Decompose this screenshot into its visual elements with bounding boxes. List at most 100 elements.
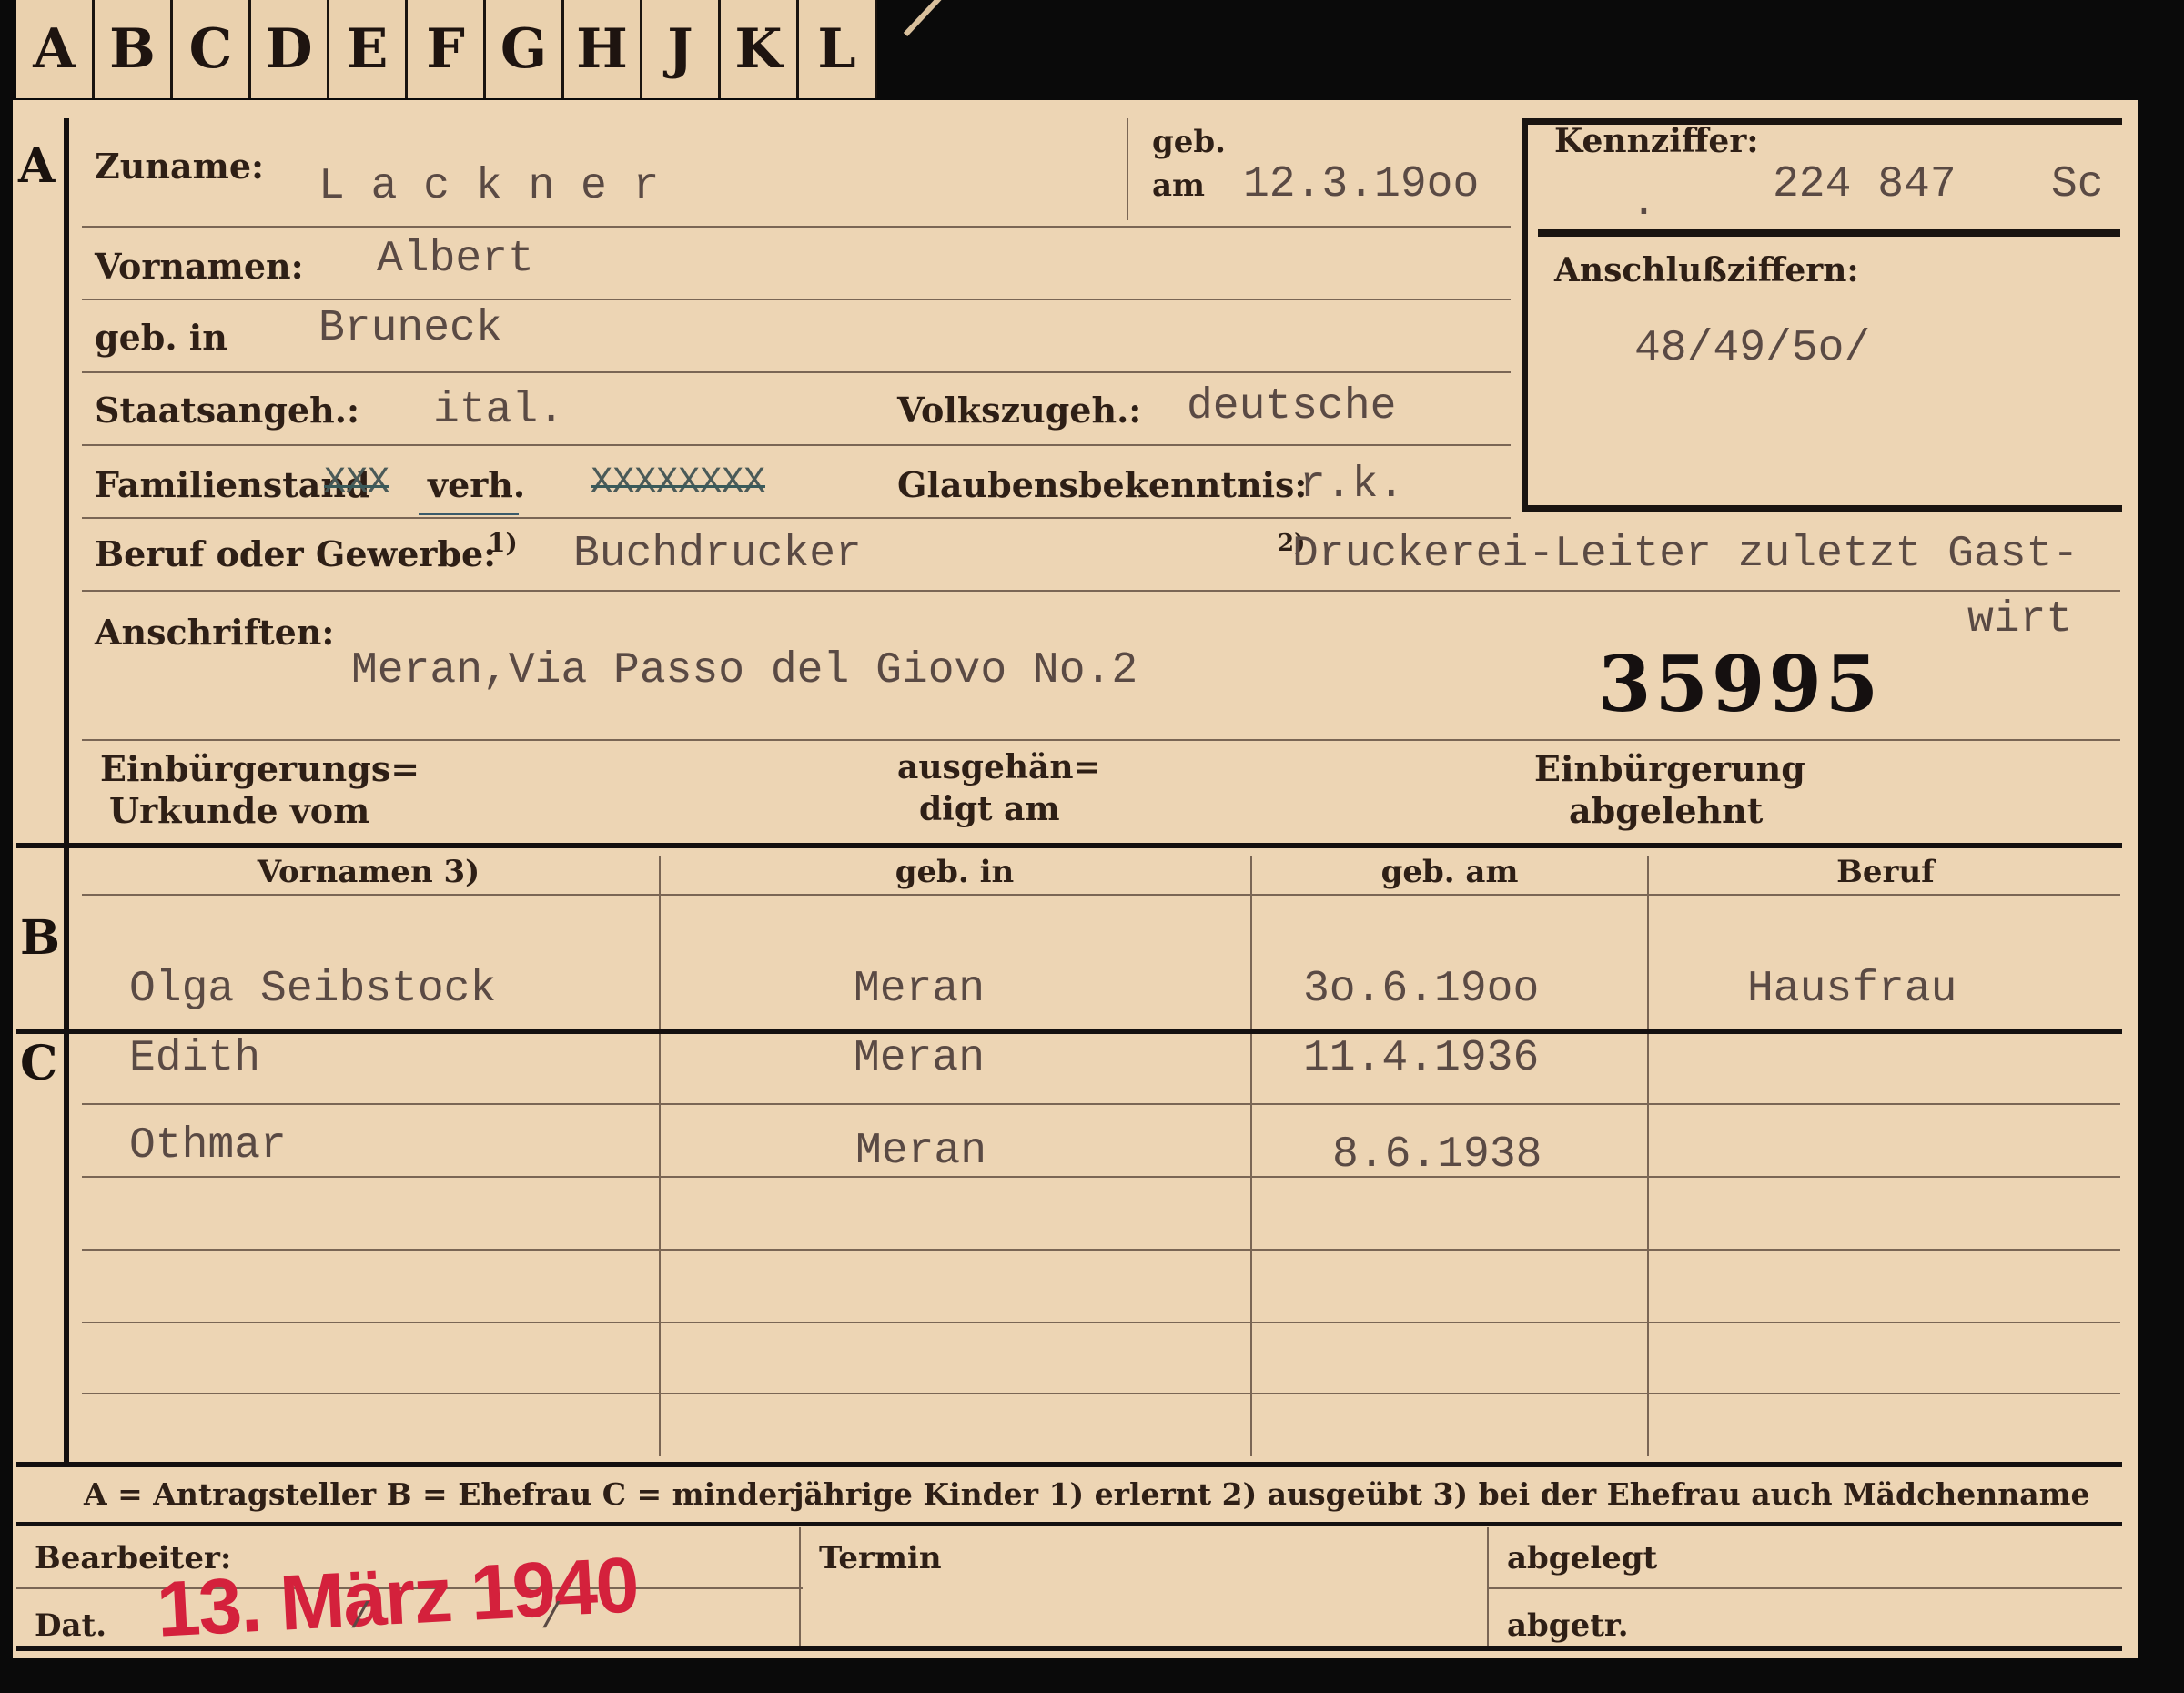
abgetr-label: abgetr. [1507,1607,1629,1644]
row-line [82,1103,2120,1105]
termin-label: Termin [819,1540,942,1576]
row-line [82,226,1511,228]
profession-note: 1) [488,528,518,558]
section-divider-left [64,118,69,1465]
rejected-label-1: Einbürgerung [1534,748,1805,789]
row-line [82,444,1511,446]
section-b-border [16,843,2122,848]
marital-underline [419,513,519,515]
marital-crossed-2: XXXXXXXX [591,462,766,503]
tab-h[interactable]: H [564,0,642,98]
naturalization-cert-label-1: Einbürgerungs= [100,748,420,789]
header-line [82,894,2120,896]
religion-label: Glaubensbekenntnis: [897,464,1308,505]
firstname-value: Albert [377,235,534,284]
legend-border-top [16,1462,2122,1467]
tab-c[interactable]: C [173,0,251,98]
kennziffer-suffix: Sc [2051,160,2104,209]
tab-d[interactable]: D [251,0,329,98]
column-divider [1647,856,1649,1456]
tab-f[interactable]: F [408,0,486,98]
row-line [82,739,2120,741]
col-header-firstname: Vornamen 3) [257,854,480,890]
child-1-birthplace: Meran [854,1034,986,1083]
anschluss-value: 48/49/5o/ [1634,324,1871,373]
surname-value: L a c k n e r [318,162,660,211]
footer-divider [799,1527,801,1646]
tab-slash-mark [903,0,964,37]
col-header-birthplace: geb. in [895,854,1015,890]
wife-name: Olga Seibstock [129,965,497,1014]
divider [1127,118,1128,220]
child-1-birthdate: 11.4.1936 [1303,1034,1540,1083]
col-header-birthdate: geb. am [1380,854,1519,890]
kennziffer-label: Kennziffer: [1554,122,1759,160]
legend-border-bottom [16,1522,2122,1526]
profession2-line1: Druckerei-Leiter zuletzt Gast- [1292,530,2079,579]
column-divider [1250,856,1252,1456]
row-line [82,1249,2120,1251]
rejected-label-2: abgelehnt [1569,790,1764,831]
born-label-2: am [1152,167,1206,204]
row-line [82,1393,2120,1394]
citizenship-label: Staatsangeh.: [95,390,360,431]
footer-line [1487,1587,2122,1589]
kennziffer-value: 224 847 [1773,160,1956,209]
ethnicity-label: Volkszugeh.: [897,390,1142,431]
surname-label: Zuname: [95,146,265,187]
wife-birthplace: Meran [854,965,986,1014]
row-line [82,371,1511,373]
handed-label-1: ausgehän= [897,748,1101,786]
tab-a[interactable]: A [16,0,95,98]
file-number: 35995 [1598,639,1883,729]
wife-birthdate: 3o.6.19oo [1303,965,1540,1014]
section-letter-c: C [20,1036,58,1091]
section-c-border [16,1029,2122,1034]
handed-label-2: digt am [919,790,1060,828]
citizenship-value: ital. [433,386,565,435]
section-letter-a: A [18,138,56,194]
address-label: Anschriften: [95,612,335,653]
child-2-birthplace: Meran [855,1127,987,1176]
address-value: Meran,Via Passo del Giovo No.2 [351,646,1138,695]
date-slash-2: / [541,1598,563,1639]
col-header-profession: Beruf [1836,854,1935,890]
tab-l[interactable]: L [799,0,877,98]
ethnicity-value: deutsche [1187,382,1397,431]
legend-text: A = Antragsteller B = Ehefrau C = minder… [84,1476,2090,1512]
section-letter-b: B [20,910,60,966]
naturalization-cert-label-2: Urkunde vom [109,790,370,831]
profession-label: Beruf oder Gewerbe: [95,533,497,574]
tab-k[interactable]: K [721,0,799,98]
firstname-label: Vornamen: [95,246,304,287]
row-line [82,1322,2120,1323]
child-2-name: Othmar [129,1121,287,1171]
tab-g[interactable]: G [486,0,564,98]
dat-label: Dat. [35,1607,107,1644]
child-2-birthdate: 8.6.1938 [1332,1130,1542,1180]
birthplace-value: Bruneck [318,304,502,353]
profession-value: Buchdrucker [573,530,862,579]
born-label-1: geb. [1152,124,1227,160]
row-line [82,1176,2120,1178]
religion-value: r.k. [1299,461,1405,510]
column-divider [659,856,661,1456]
child-1-name: Edith [129,1034,261,1083]
marital-selected: verh. [428,464,526,505]
date-slash-1: / [349,1598,372,1639]
tab-e[interactable]: E [329,0,408,98]
wife-profession: Hausfrau [1747,965,1957,1014]
footer-divider [1487,1527,1489,1646]
row-line [82,299,1511,300]
index-tabs: A B C D E F G H J K L [16,0,877,102]
kennziffer-dot: . [1631,178,1657,228]
tab-j[interactable]: J [642,0,721,98]
footer-border-bottom [16,1646,2122,1651]
kennziffer-separator [1538,229,2120,237]
born-date: 12.3.19oo [1243,160,1480,209]
row-line [82,517,1511,519]
birthplace-label: geb. in [95,317,228,358]
row-line [82,590,2120,592]
marital-crossed-1: XXX [324,462,390,503]
tab-b[interactable]: B [95,0,173,98]
